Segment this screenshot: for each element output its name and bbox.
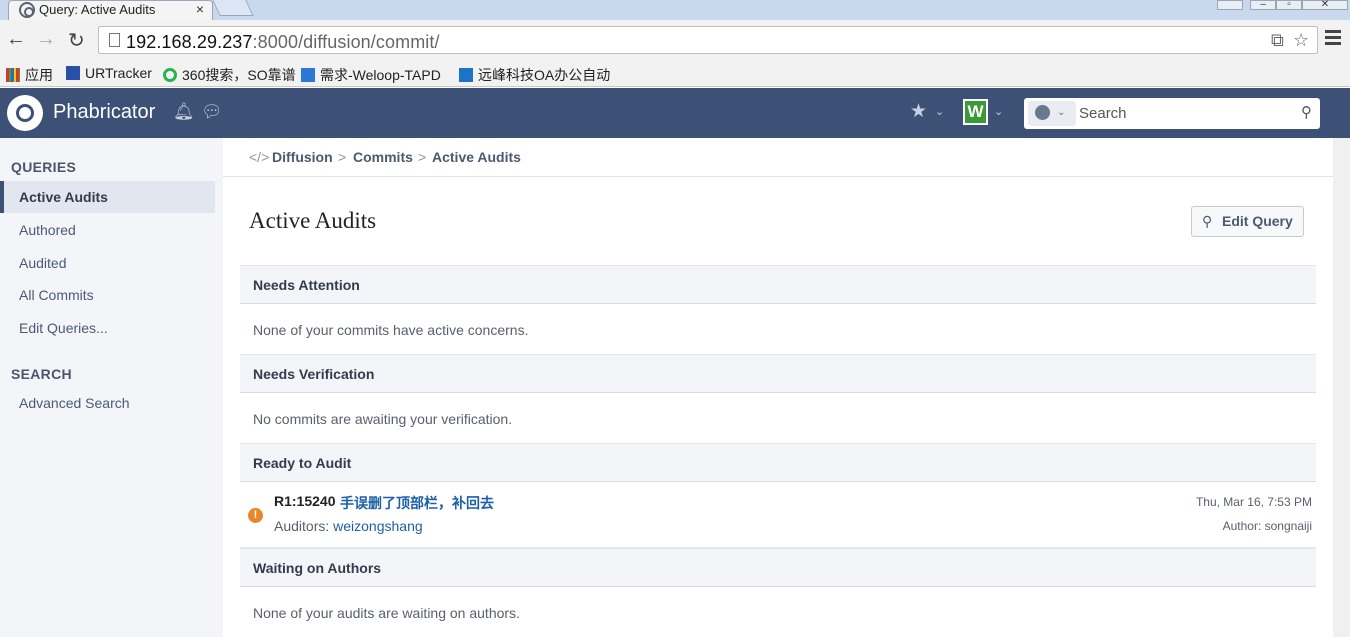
globe-icon bbox=[1035, 105, 1050, 120]
oa-icon bbox=[459, 68, 473, 82]
bookmark-star-icon[interactable]: ☆ bbox=[1293, 30, 1309, 51]
auditors-line: Auditors: weizongshang bbox=[274, 518, 423, 534]
code-icon: </> bbox=[249, 149, 270, 165]
back-arrow-icon[interactable]: ← bbox=[6, 28, 26, 51]
page-title: Active Audits bbox=[249, 208, 377, 233]
chevron-down-icon: ⌄ bbox=[1057, 107, 1066, 118]
new-tab-button[interactable] bbox=[212, 0, 254, 16]
sidebar-item-all-commits[interactable]: All Commits bbox=[0, 279, 215, 311]
bookmark-label: 应用 bbox=[25, 67, 53, 83]
reload-icon[interactable]: ↻ bbox=[68, 28, 85, 53]
url-host: 192.168.29.237 bbox=[126, 32, 253, 52]
notification-bell-icon[interactable]: 🔔︎ bbox=[173, 102, 195, 122]
edit-query-button[interactable]: ⚲ Edit Query bbox=[1191, 206, 1304, 237]
chevron-down-icon[interactable]: ⌄ bbox=[994, 105, 1003, 118]
page-icon bbox=[109, 33, 120, 47]
close-window-button[interactable]: ✕ bbox=[1302, 0, 1348, 10]
bookmark-label: 远峰科技OA办公自动 bbox=[478, 67, 611, 83]
section-needs-attention: Needs Attention bbox=[240, 265, 1316, 304]
main-content: </> Diffusion > Commits > Active Audits … bbox=[223, 138, 1333, 637]
sidebar-item-authored[interactable]: Authored bbox=[0, 214, 215, 246]
section-needs-verification: Needs Verification bbox=[240, 354, 1316, 393]
conpherence-chat-icon[interactable]: 💬︎ bbox=[201, 102, 223, 122]
breadcrumb-active-audits[interactable]: Active Audits bbox=[432, 149, 521, 165]
user-profile-icon[interactable] bbox=[1217, 0, 1243, 10]
address-bar[interactable]: 192.168.29.237:8000/diffusion/commit/ ⧉ … bbox=[98, 26, 1318, 54]
browser-menu-icon[interactable] bbox=[1325, 30, 1341, 48]
sidebar-item-advanced-search[interactable]: Advanced Search bbox=[0, 387, 215, 419]
tab-close-icon[interactable]: × bbox=[196, 1, 204, 18]
forward-arrow-icon[interactable]: → bbox=[36, 28, 56, 51]
browser-tab[interactable]: Query: Active Audits × bbox=[8, 0, 213, 20]
url-path: :8000/diffusion/commit/ bbox=[252, 32, 440, 52]
commit-date: Thu, Mar 16, 7:53 PM bbox=[1195, 495, 1312, 509]
breadcrumb-commits[interactable]: Commits bbox=[353, 149, 413, 165]
user-avatar[interactable]: W bbox=[963, 99, 988, 125]
tapd-icon bbox=[301, 68, 315, 82]
bookmark-tapd[interactable]: 需求-Weloop-TAPD bbox=[301, 65, 441, 85]
queries-heading: QUERIES bbox=[11, 159, 77, 175]
global-search: ⌄ ⚲ bbox=[1024, 98, 1320, 129]
app-name[interactable]: Phabricator bbox=[53, 101, 155, 124]
search-input[interactable] bbox=[1079, 103, 1279, 123]
bookmarks-bar: 应用 URTracker 360搜索，SO靠谱 需求-Weloop-TAPD 远… bbox=[0, 60, 1350, 87]
scrollbar[interactable] bbox=[1333, 138, 1350, 637]
auditors-label: Auditors: bbox=[274, 518, 330, 534]
chevron-down-icon[interactable]: ⌄ bbox=[935, 105, 944, 118]
search-icon[interactable]: ⚲ bbox=[1301, 103, 1312, 121]
bookmark-label: URTracker bbox=[85, 65, 152, 81]
section-waiting-on-authors: Waiting on Authors bbox=[240, 548, 1316, 587]
auditor-link[interactable]: weizongshang bbox=[333, 518, 423, 534]
search-icon: ⚲ bbox=[1202, 213, 1213, 229]
phabricator-header: Phabricator 🔔︎ 💬︎ ★ ⌄ W ⌄ ⌄ ⚲ bbox=[0, 88, 1350, 138]
maximize-window-button[interactable]: ▫ bbox=[1276, 0, 1302, 10]
search-heading: SEARCH bbox=[11, 366, 72, 382]
bookmark-label: 需求-Weloop-TAPD bbox=[320, 67, 441, 83]
tab-title: Query: Active Audits bbox=[39, 2, 156, 17]
sidebar-item-active-audits[interactable]: Active Audits bbox=[0, 181, 215, 213]
breadcrumb-separator: > bbox=[418, 149, 427, 165]
bookmark-360-search[interactable]: 360搜索，SO靠谱 bbox=[163, 65, 296, 85]
url-text: 192.168.29.237:8000/diffusion/commit/ bbox=[126, 32, 440, 53]
bookmark-label: 360搜索，SO靠谱 bbox=[182, 67, 296, 83]
bookmark-apps[interactable]: 应用 bbox=[6, 65, 53, 85]
360-search-icon bbox=[163, 68, 177, 82]
edit-query-label: Edit Query bbox=[1222, 213, 1293, 229]
sidebar-item-audited[interactable]: Audited bbox=[0, 247, 215, 279]
commit-row: ! R1:15240 手误删了顶部栏，补回去 Auditors: weizong… bbox=[240, 483, 1316, 548]
waiting-on-authors-message: None of your audits are waiting on autho… bbox=[253, 605, 520, 621]
breadcrumb-diffusion[interactable]: Diffusion bbox=[272, 149, 333, 165]
apps-grid-icon bbox=[6, 68, 20, 82]
commit-message-link[interactable]: 手误删了顶部栏，补回去 bbox=[340, 493, 494, 513]
bookmark-urtracker[interactable]: URTracker bbox=[66, 65, 152, 81]
needs-attention-message: None of your commits have active concern… bbox=[253, 322, 529, 338]
sidebar-item-edit-queries[interactable]: Edit Queries... bbox=[0, 312, 215, 344]
concern-warning-icon: ! bbox=[248, 508, 263, 523]
breadcrumb-separator: > bbox=[338, 149, 347, 165]
breadcrumb: </> Diffusion > Commits > Active Audits bbox=[223, 138, 1333, 177]
commit-id[interactable]: R1:15240 bbox=[274, 493, 336, 509]
phabricator-favicon-icon bbox=[19, 2, 35, 18]
minimize-window-button[interactable]: – bbox=[1250, 0, 1276, 10]
urtracker-icon bbox=[66, 66, 80, 80]
translate-icon[interactable]: ⧉ bbox=[1271, 30, 1284, 51]
sidebar: QUERIES Active Audits Authored Audited A… bbox=[0, 138, 223, 637]
phabricator-logo-icon[interactable] bbox=[7, 95, 43, 131]
commit-author: Author: songnaiji bbox=[1222, 519, 1312, 533]
section-ready-to-audit: Ready to Audit bbox=[240, 443, 1316, 482]
favorites-star-icon[interactable]: ★ bbox=[910, 100, 927, 123]
bookmark-oa[interactable]: 远峰科技OA办公自动 bbox=[459, 65, 610, 85]
needs-verification-message: No commits are awaiting your verificatio… bbox=[253, 411, 513, 427]
search-scope-button[interactable]: ⌄ bbox=[1028, 101, 1076, 126]
browser-tabstrip: Query: Active Audits × – ▫ ✕ bbox=[0, 0, 1350, 20]
